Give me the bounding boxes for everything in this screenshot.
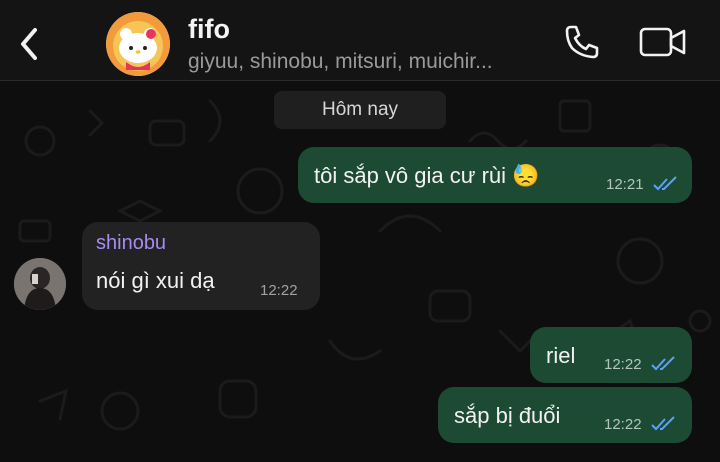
group-avatar-image [106,12,170,76]
message-text: tôi sắp vô gia cư rùi 😓 [314,163,540,188]
double-check-icon [651,356,675,371]
chat-members[interactable]: giyuu, shinobu, mitsuri, muichir... [188,50,548,74]
back-chevron-icon [21,28,37,60]
voice-call-button[interactable] [562,22,602,62]
message-time: 12:22 [604,356,642,373]
date-divider: Hôm nay [274,91,446,129]
video-camera-icon [639,27,686,57]
message-bubble-outgoing[interactable]: tôi sắp vô gia cư rùi 😓 12:21 [298,147,692,203]
double-check-icon [651,416,675,431]
chat-title[interactable]: fifo [188,14,230,45]
message-sender-name[interactable]: shinobu [96,232,166,255]
message-time: 12:22 [604,416,642,433]
message-bubble-outgoing[interactable]: riel 12:22 [530,327,692,383]
phone-icon [565,25,599,59]
message-time: 12:22 [260,282,298,299]
message-text: sắp bị đuổi [454,403,561,428]
back-button[interactable] [14,24,44,64]
chat-header: fifo giyuu, shinobu, mitsuri, muichir... [0,0,720,81]
sender-avatar-image [14,258,66,310]
double-check-icon [653,176,677,191]
message-bubble-incoming[interactable]: shinobu nói gì xui dạ 12:22 [82,222,320,310]
message-time: 12:21 [606,176,644,193]
message-list[interactable]: Hôm nay tôi sắp vô gia cư rùi 😓 12:21 sh… [0,81,720,462]
video-call-button[interactable] [638,24,688,60]
message-text: riel [546,343,576,368]
sender-avatar[interactable] [14,258,66,310]
message-text: nói gì xui dạ [96,268,215,293]
message-bubble-outgoing[interactable]: sắp bị đuổi 12:22 [438,387,692,443]
group-avatar[interactable] [106,12,170,76]
